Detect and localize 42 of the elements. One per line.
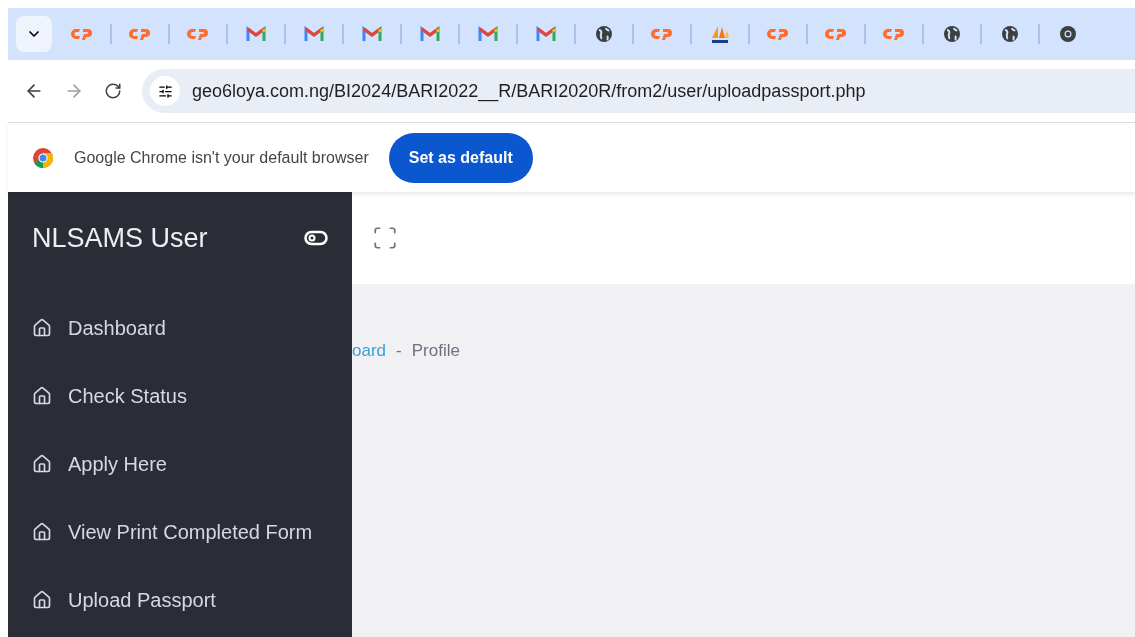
home-icon [32, 318, 52, 338]
mail-logo-icon [362, 26, 382, 42]
home-icon [32, 522, 52, 542]
sidebar-title: NLSAMS User [32, 221, 208, 255]
tab-search-button[interactable] [16, 16, 52, 52]
cpanel-logo-icon [187, 27, 209, 41]
sidebar-item[interactable]: Upload Passport [8, 566, 352, 634]
breadcrumb-separator: - [396, 340, 402, 362]
globe-icon [595, 25, 613, 43]
cpanel-logo-icon [883, 27, 905, 41]
sail-logo-icon [709, 24, 731, 44]
mail-logo-icon [304, 26, 324, 42]
set-default-button[interactable]: Set as default [388, 132, 533, 183]
chrome-logo-icon [1059, 25, 1077, 43]
reload-icon[interactable] [104, 82, 122, 100]
home-icon [32, 386, 52, 406]
sidebar-item[interactable]: Dashboard [8, 294, 352, 362]
toggle-icon[interactable] [304, 230, 328, 246]
globe-icon [943, 25, 961, 43]
address-bar[interactable]: geo6loya.com.ng/BI2024/BARI2022__R/BARI2020R/from2/user/uploadpassport.php [142, 69, 1135, 113]
site-settings-icon[interactable] [150, 76, 180, 106]
mail-logo-icon [478, 26, 498, 42]
chrome-logo-icon [32, 146, 54, 169]
breadcrumb-current: Profile [411, 340, 460, 362]
cpanel-logo-icon [767, 27, 789, 41]
cpanel-logo-icon [129, 27, 151, 41]
globe-icon [1001, 25, 1019, 43]
sidebar-item[interactable]: View Print Completed Form [8, 498, 352, 566]
mail-logo-icon [246, 26, 266, 42]
cpanel-logo-icon [71, 27, 93, 41]
fullscreen-icon[interactable] [372, 225, 398, 251]
sidebar-item[interactable]: Apply Here [8, 430, 352, 498]
cpanel-logo-icon [825, 27, 847, 41]
sliders-icon [157, 83, 173, 99]
infobar-message: Google Chrome isn't your default browser [74, 147, 369, 168]
mail-logo-icon [536, 26, 556, 42]
cpanel-logo-icon [651, 27, 673, 41]
url-text: geo6loya.com.ng/BI2024/BARI2022__R/BARI2020R/from2/user/uploadpassport.php [192, 79, 866, 104]
home-icon [32, 590, 52, 610]
home-icon [32, 454, 52, 474]
mail-logo-icon [420, 26, 440, 42]
sidebar-item[interactable]: Check Status [8, 362, 352, 430]
